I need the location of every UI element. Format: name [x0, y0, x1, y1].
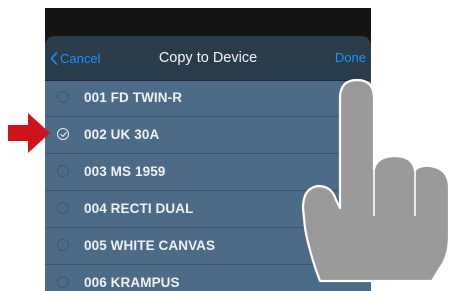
- checkmark-circle-icon: [57, 128, 69, 140]
- device-label: 005 WHITE CANVAS: [84, 238, 216, 253]
- device-label: 001 FD TWIN-R: [84, 90, 183, 105]
- radio-circle-icon: [57, 91, 69, 103]
- pointing-hand-icon: [301, 78, 451, 283]
- nav-bar: Cancel Copy to Device Done: [45, 36, 371, 81]
- radio-circle-icon: [57, 276, 69, 288]
- radio-circle-icon: [57, 239, 69, 251]
- red-arrow-icon: [8, 113, 50, 153]
- page-title: Copy to Device: [158, 50, 258, 66]
- device-label: 006 KRAMPUS: [84, 275, 180, 290]
- done-button[interactable]: Done: [335, 50, 366, 65]
- radio-circle-icon: [57, 202, 69, 214]
- device-label: 002 UK 30A: [84, 127, 160, 142]
- device-label: 004 RECTI DUAL: [84, 201, 194, 216]
- device-label: 003 MS 1959: [84, 164, 166, 179]
- radio-circle-icon: [57, 165, 69, 177]
